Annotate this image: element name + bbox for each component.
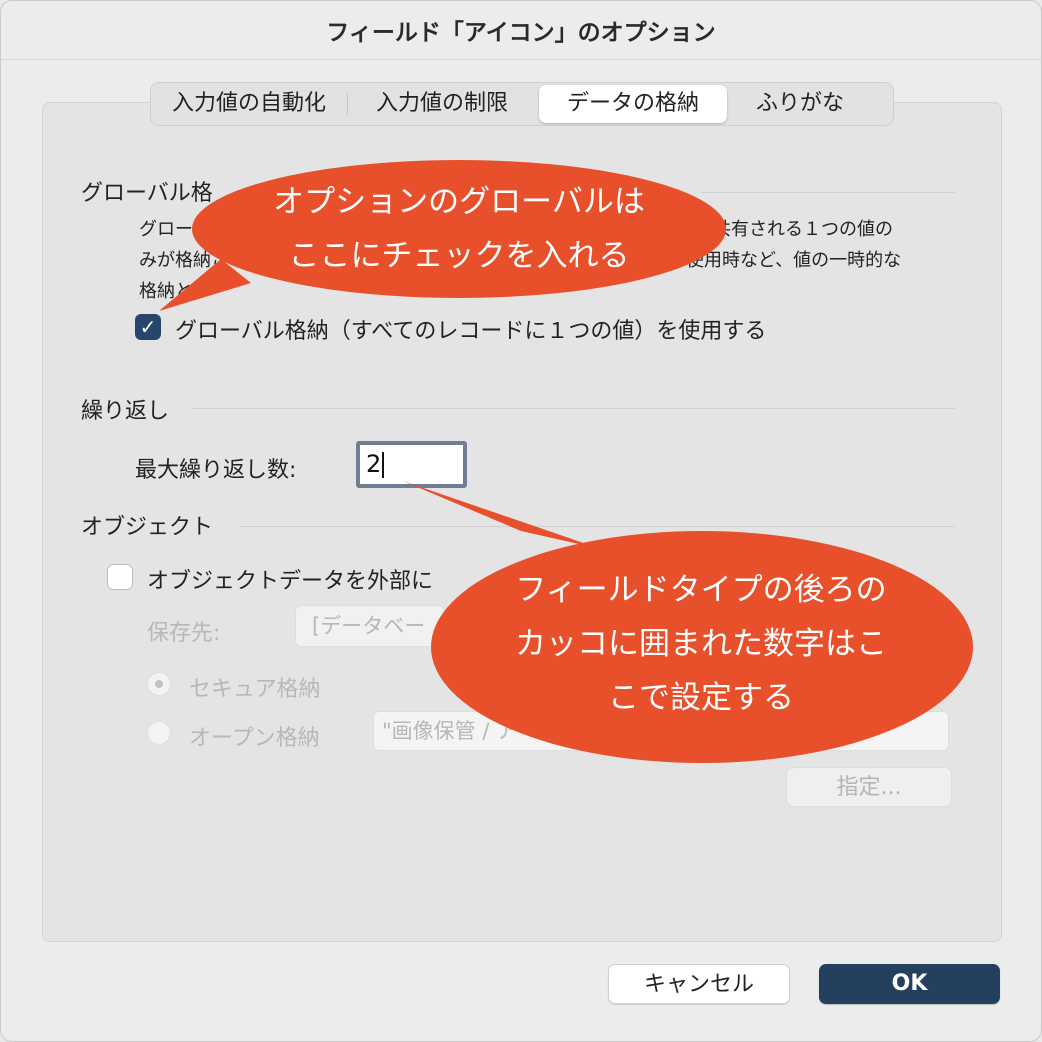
callout-bottom-line3: こで設定する bbox=[608, 680, 794, 716]
callout-bottom-line1: フィールドタイプの後ろの bbox=[515, 572, 887, 608]
callout-overlay bbox=[159, 160, 973, 763]
callout-bottom-text: フィールドタイプの後ろの カッコに囲まれた数字はこ こで設定する bbox=[441, 563, 961, 725]
callout-top-line1: オプションのグローバルは bbox=[273, 184, 645, 220]
options-dialog: フィールド「アイコン」のオプション 入力値の自動化 入力値の制限 データの格納 … bbox=[0, 0, 1042, 1042]
callout-top-line2: ここにチェックを入れる bbox=[288, 238, 630, 274]
callout-top-text: オプションのグローバルは ここにチェックを入れる bbox=[201, 175, 717, 283]
callout-bottom-line2: カッコに囲まれた数字はこ bbox=[515, 626, 887, 662]
